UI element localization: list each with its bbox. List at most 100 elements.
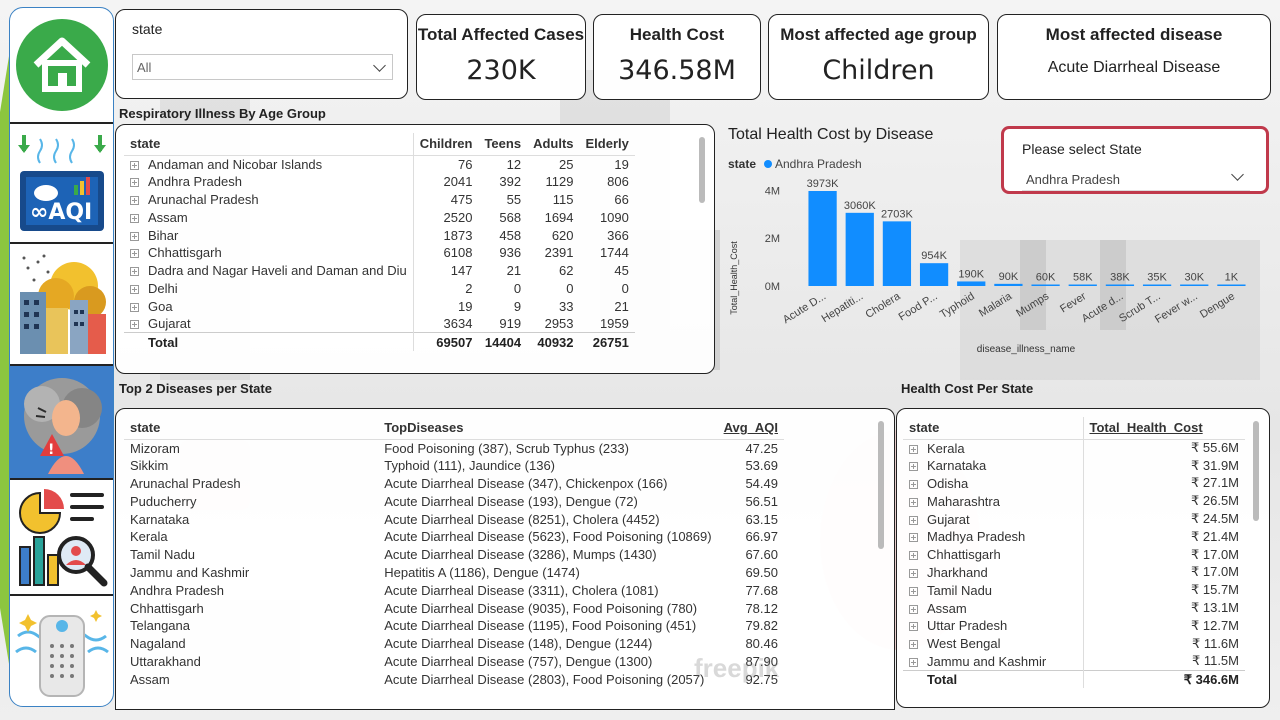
nav-analytics[interactable] — [10, 480, 113, 596]
expand-icon[interactable] — [909, 604, 918, 614]
column-header[interactable]: state — [124, 133, 413, 155]
expand-icon[interactable] — [130, 178, 139, 188]
expand-icon[interactable] — [909, 533, 918, 543]
table-row[interactable]: Madhya Pradesh ₹ 21.4M — [903, 527, 1245, 546]
chart-bar[interactable] — [1105, 284, 1135, 287]
table-row[interactable]: Maharashtra ₹ 26.5M — [903, 492, 1245, 511]
expand-icon[interactable] — [909, 462, 918, 472]
nav-home[interactable] — [10, 8, 113, 124]
legend-item[interactable]: Andhra Pradesh — [775, 157, 862, 171]
expand-icon[interactable] — [130, 231, 139, 241]
table-scrollbar[interactable] — [699, 137, 705, 203]
nav-air-purifier[interactable] — [10, 596, 113, 706]
nav-aqi[interactable]: ∞AQI — [10, 124, 113, 244]
table-row[interactable]: Chhattisgarh ₹ 17.0M — [903, 545, 1245, 564]
top-diseases-title: Top 2 Diseases per State — [119, 381, 272, 396]
table-row[interactable]: Uttar Pradesh ₹ 12.7M — [903, 616, 1245, 635]
table-row[interactable]: West Bengal ₹ 11.6M — [903, 634, 1245, 653]
expand-icon[interactable] — [909, 515, 918, 525]
table-row[interactable]: Chhattisgarh Acute Diarrheal Disease (903… — [124, 599, 784, 617]
table-row[interactable]: Andhra Pradesh 2041 392 1129 806 — [124, 172, 635, 191]
table-row[interactable]: Dadra and Nagar Haveli and Daman and Diu… — [124, 261, 635, 280]
expand-icon[interactable] — [130, 249, 139, 259]
table-row[interactable]: Puducherry Acute Diarrheal Disease (193),… — [124, 492, 784, 510]
expand-icon[interactable] — [909, 622, 918, 632]
chart-bar[interactable] — [808, 190, 837, 286]
table-row[interactable]: Chhattisgarh 6108 936 2391 1744 — [124, 243, 635, 262]
table-row[interactable]: Delhi 2 0 0 0 — [124, 279, 635, 298]
table-row[interactable]: Kerala Acute Diarrheal Disease (5623), Fo… — [124, 528, 784, 546]
expand-icon[interactable] — [909, 657, 918, 667]
expand-icon[interactable] — [130, 160, 139, 170]
analytics-report-icon — [18, 489, 107, 587]
table-row[interactable]: Gujarat ₹ 24.5M — [903, 510, 1245, 528]
expand-icon[interactable] — [909, 551, 918, 561]
table-row[interactable]: Telangana Acute Diarrheal Disease (1195),… — [124, 617, 784, 635]
expand-icon[interactable] — [909, 479, 918, 489]
y-tick-label: 4M — [765, 185, 780, 197]
table-row[interactable]: Assam ₹ 13.1M — [903, 599, 1245, 617]
column-header[interactable]: TopDiseases — [378, 417, 717, 439]
state-select-dropdown[interactable]: Andhra Pradesh — [1022, 167, 1250, 191]
expand-icon[interactable] — [909, 640, 918, 650]
chart-bar[interactable] — [882, 221, 912, 286]
table-row[interactable]: Kerala ₹ 55.6M — [903, 439, 1245, 457]
table-scrollbar[interactable] — [1253, 421, 1259, 521]
table-row[interactable]: Gujarat 3634 919 2953 1959 — [124, 315, 635, 333]
chart-bar[interactable] — [845, 212, 874, 286]
column-header[interactable]: Avg_AQI — [718, 417, 784, 439]
chart-bar[interactable] — [1142, 284, 1172, 287]
chart-bar[interactable] — [1031, 284, 1060, 287]
table-row[interactable]: Arunachal Pradesh Acute Diarrheal Disease… — [124, 475, 784, 493]
table-row[interactable]: Tamil Nadu Acute Diarrheal Disease (3286)… — [124, 546, 784, 564]
table-row[interactable]: Tamil Nadu ₹ 15.7M — [903, 581, 1245, 600]
table-scrollbar[interactable] — [878, 421, 884, 549]
table-row[interactable]: Sikkim Typhoid (111), Jaundice (136) 53.69 — [124, 457, 784, 475]
expand-icon[interactable] — [909, 586, 918, 596]
table-row[interactable]: Karnataka ₹ 31.9M — [903, 456, 1245, 475]
chart-bar[interactable] — [957, 281, 986, 286]
table-row[interactable]: Assam Acute Diarrheal Disease (2803), Foo… — [124, 670, 784, 688]
chevron-down-icon — [373, 59, 386, 72]
table-row[interactable]: Mizoram Food Poisoning (387), Scrub Typhu… — [124, 439, 784, 457]
expand-icon[interactable] — [909, 568, 918, 578]
table-row[interactable]: Odisha ₹ 27.1M — [903, 474, 1245, 493]
table-row[interactable]: Jammu and Kashmir Hepatitis A (1186), Den… — [124, 564, 784, 582]
chart-bar[interactable] — [994, 283, 1023, 286]
column-header[interactable]: Elderly — [580, 133, 635, 155]
expand-icon[interactable] — [909, 497, 918, 507]
column-header[interactable]: Teens — [478, 133, 527, 155]
x-tick-label: Fever w... — [1153, 290, 1200, 325]
table-row[interactable]: Nagaland Acute Diarrheal Disease (148), D… — [124, 635, 784, 653]
expand-icon[interactable] — [130, 213, 139, 223]
column-header[interactable]: state — [124, 417, 378, 439]
chart-bar[interactable] — [1180, 284, 1209, 287]
expand-icon[interactable] — [130, 320, 139, 330]
table-row[interactable]: Uttarakhand Acute Diarrheal Disease (757)… — [124, 653, 784, 671]
table-row[interactable]: Bihar 1873 458 620 366 — [124, 226, 635, 244]
expand-icon[interactable] — [130, 267, 139, 277]
chart-bar[interactable] — [919, 263, 949, 286]
table-row[interactable]: Karnataka Acute Diarrheal Disease (8251),… — [124, 510, 784, 528]
nav-pollution[interactable] — [10, 244, 113, 366]
column-header[interactable]: state — [903, 417, 1083, 439]
table-row[interactable]: Andaman and Nicobar Islands 76 12 25 19 — [124, 155, 635, 173]
chart-bar[interactable] — [1217, 284, 1246, 287]
table-row[interactable]: Jharkhand ₹ 17.0M — [903, 563, 1245, 582]
table-row[interactable]: Jammu and Kashmir ₹ 11.5M — [903, 652, 1245, 671]
column-header[interactable]: Adults — [527, 133, 579, 155]
respiratory-illness-icon: ! — [23, 378, 102, 474]
table-row[interactable]: Arunachal Pradesh 475 55 115 66 — [124, 190, 635, 209]
state-filter-dropdown[interactable]: All — [132, 54, 393, 80]
column-header[interactable]: Children — [412, 133, 479, 155]
chart-bar[interactable] — [1068, 284, 1097, 287]
expand-icon[interactable] — [130, 284, 139, 294]
expand-icon[interactable] — [130, 302, 139, 312]
nav-respiratory-illness[interactable]: ! — [10, 366, 113, 480]
expand-icon[interactable] — [130, 195, 139, 205]
column-header[interactable]: Total_Health_Cost — [1082, 417, 1245, 439]
table-row[interactable]: Assam 2520 568 1694 1090 — [124, 208, 635, 227]
table-row[interactable]: Andhra Pradesh Acute Diarrheal Disease (3… — [124, 581, 784, 599]
table-row[interactable]: Goa 19 9 33 21 — [124, 297, 635, 316]
expand-icon[interactable] — [909, 444, 918, 454]
